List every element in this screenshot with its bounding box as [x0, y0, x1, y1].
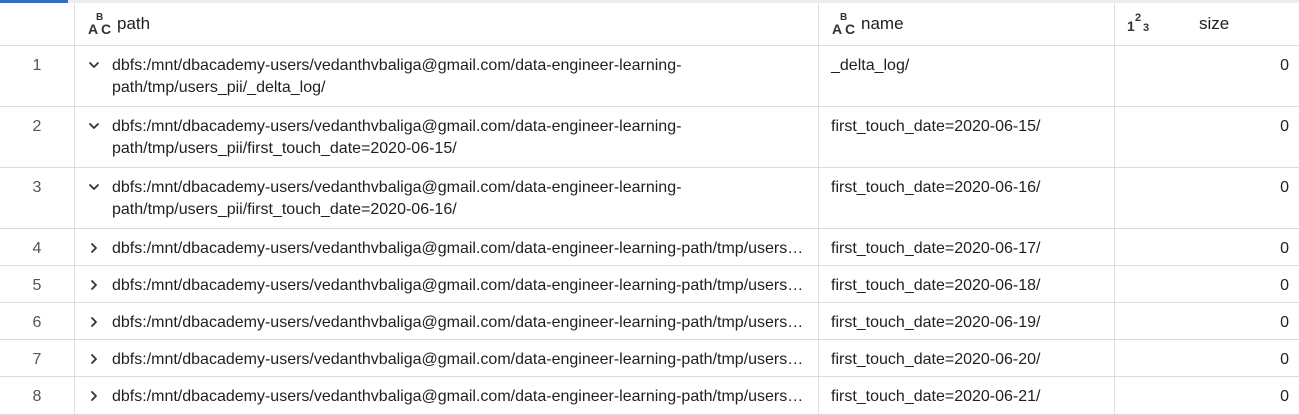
row-index: 5: [0, 266, 75, 302]
cell-size: 0: [1280, 388, 1289, 405]
cell-path[interactable]: dbfs:/mnt/dbacademy-users/vedanthvbaliga…: [75, 107, 819, 167]
cell-name: first_touch_date=2020-06-18/: [819, 266, 1115, 302]
cell-size: 0: [1280, 57, 1289, 74]
cell-name: _delta_log/: [819, 46, 1115, 106]
row-index: 7: [0, 340, 75, 376]
cell-path[interactable]: dbfs:/mnt/dbacademy-users/vedanthvbaliga…: [75, 377, 819, 414]
cell-size: 0: [1280, 179, 1289, 196]
column-header-size[interactable]: 123 size: [1115, 3, 1299, 45]
results-table: ABC path ABC name 123 size 1 dbfs:/mnt/db…: [0, 0, 1299, 415]
abc-type-icon: ABC: [88, 12, 112, 37]
path-text: dbfs:/mnt/dbacademy-users/vedanthvbaliga…: [112, 118, 682, 157]
table-row[interactable]: 3 dbfs:/mnt/dbacademy-users/vedanthvbalig…: [0, 168, 1299, 229]
cell-size: 0: [1280, 240, 1289, 257]
chevron-down-icon[interactable]: [87, 58, 101, 72]
path-text: dbfs:/mnt/dbacademy-users/vedanthvbaliga…: [112, 179, 682, 218]
row-index: 8: [0, 377, 75, 414]
chevron-down-icon[interactable]: [87, 180, 101, 194]
path-text: dbfs:/mnt/dbacademy-users/vedanthvbaliga…: [112, 277, 810, 294]
table-row[interactable]: 1 dbfs:/mnt/dbacademy-users/vedanthvbalig…: [0, 46, 1299, 107]
path-text: dbfs:/mnt/dbacademy-users/vedanthvbaliga…: [112, 240, 810, 257]
column-label-size: size: [1199, 14, 1230, 33]
row-index: 4: [0, 229, 75, 265]
table-row[interactable]: 8 dbfs:/mnt/dbacademy-users/vedanthvbalig…: [0, 377, 1299, 415]
path-text: dbfs:/mnt/dbacademy-users/vedanthvbaliga…: [112, 57, 682, 96]
chevron-right-icon[interactable]: [87, 389, 101, 403]
cell-size: 0: [1280, 351, 1289, 368]
cell-path[interactable]: dbfs:/mnt/dbacademy-users/vedanthvbaliga…: [75, 340, 819, 376]
cell-name: first_touch_date=2020-06-19/: [819, 303, 1115, 339]
column-header-path[interactable]: ABC path: [75, 3, 819, 45]
cell-path[interactable]: dbfs:/mnt/dbacademy-users/vedanthvbaliga…: [75, 229, 819, 265]
cell-path[interactable]: dbfs:/mnt/dbacademy-users/vedanthvbaliga…: [75, 46, 819, 106]
abc-type-icon: ABC: [832, 12, 856, 37]
cell-size: 0: [1280, 314, 1289, 331]
column-label-path: path: [117, 14, 151, 33]
cell-path[interactable]: dbfs:/mnt/dbacademy-users/vedanthvbaliga…: [75, 168, 819, 228]
path-text: dbfs:/mnt/dbacademy-users/vedanthvbaliga…: [112, 314, 810, 331]
table-row[interactable]: 2 dbfs:/mnt/dbacademy-users/vedanthvbalig…: [0, 107, 1299, 168]
table-row[interactable]: 6 dbfs:/mnt/dbacademy-users/vedanthvbalig…: [0, 303, 1299, 340]
cell-path[interactable]: dbfs:/mnt/dbacademy-users/vedanthvbaliga…: [75, 266, 819, 302]
cell-size: 0: [1280, 118, 1289, 135]
column-header-name[interactable]: ABC name: [819, 3, 1115, 45]
123-type-icon: 123: [1127, 12, 1150, 34]
cell-path[interactable]: dbfs:/mnt/dbacademy-users/vedanthvbaliga…: [75, 303, 819, 339]
chevron-right-icon[interactable]: [87, 315, 101, 329]
chevron-down-icon[interactable]: [87, 119, 101, 133]
table-row[interactable]: 4 dbfs:/mnt/dbacademy-users/vedanthvbalig…: [0, 229, 1299, 266]
cell-name: first_touch_date=2020-06-21/: [819, 377, 1115, 414]
table-row[interactable]: 5 dbfs:/mnt/dbacademy-users/vedanthvbalig…: [0, 266, 1299, 303]
column-label-name: name: [861, 14, 904, 33]
table-header: ABC path ABC name 123 size: [0, 3, 1299, 46]
header-index-cell: [0, 3, 75, 45]
chevron-right-icon[interactable]: [87, 241, 101, 255]
row-index: 6: [0, 303, 75, 339]
cell-name: first_touch_date=2020-06-17/: [819, 229, 1115, 265]
cell-name: first_touch_date=2020-06-20/: [819, 340, 1115, 376]
path-text: dbfs:/mnt/dbacademy-users/vedanthvbaliga…: [112, 388, 810, 405]
table-row[interactable]: 7 dbfs:/mnt/dbacademy-users/vedanthvbalig…: [0, 340, 1299, 377]
path-text: dbfs:/mnt/dbacademy-users/vedanthvbaliga…: [112, 351, 810, 368]
row-index: 3: [0, 168, 75, 228]
chevron-right-icon[interactable]: [87, 352, 101, 366]
cell-size: 0: [1280, 277, 1289, 294]
cell-name: first_touch_date=2020-06-15/: [819, 107, 1115, 167]
cell-name: first_touch_date=2020-06-16/: [819, 168, 1115, 228]
chevron-right-icon[interactable]: [87, 278, 101, 292]
row-index: 1: [0, 46, 75, 106]
row-index: 2: [0, 107, 75, 167]
